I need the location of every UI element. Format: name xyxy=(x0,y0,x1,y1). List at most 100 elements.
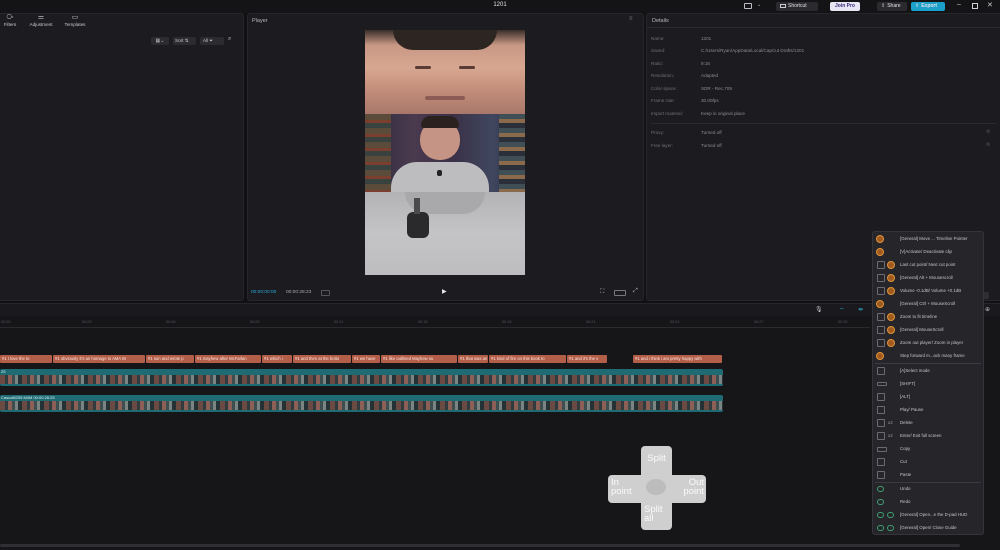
share-button[interactable]: ⇪ Share xyxy=(877,2,907,11)
caption-clip[interactable]: #1 that was an xyxy=(458,355,488,363)
detail-key: Color space: xyxy=(651,86,677,91)
caption-clip[interactable]: #1 like outlined Mayhew su xyxy=(381,355,457,363)
shortcut-item[interactable]: Play/ Pause xyxy=(873,404,985,416)
caption-clip[interactable]: #1 which i xyxy=(262,355,292,363)
shortcut-item[interactable]: Undo xyxy=(873,483,985,495)
ruler-tick: 00:21 xyxy=(586,320,596,324)
key-icon xyxy=(877,274,885,282)
shortcut-item[interactable]: [General] Ctrl + MouseScroll xyxy=(873,298,985,310)
close-icon[interactable]: ✕ xyxy=(987,1,993,9)
dpad-out-point-button[interactable]: Out point xyxy=(671,475,706,503)
ruler-tick: 00:06 xyxy=(166,320,176,324)
export-icon: ⇧ xyxy=(915,3,920,9)
dpad-split-all-button[interactable]: Split all xyxy=(641,502,672,530)
shortcut-item[interactable]: [General] Open...e the D-pad HUD xyxy=(873,509,985,521)
timeline-scrollbar[interactable] xyxy=(0,544,960,547)
filters-icon: ⧂ xyxy=(6,14,14,21)
key-icon xyxy=(877,393,885,401)
detail-key: Frame rate: xyxy=(651,98,675,103)
shortcut-button[interactable]: Shortcut xyxy=(776,2,818,11)
shortcut-item[interactable]: [General] Alt + Mousescroll xyxy=(873,272,985,284)
export-label: Export xyxy=(921,3,938,9)
export-button[interactable]: ⇧ Export xyxy=(911,2,945,11)
ratio-button[interactable] xyxy=(614,290,626,296)
dpad-in-point-button[interactable]: In point xyxy=(608,475,642,503)
shortcut-item[interactable]: [A]Select mode xyxy=(873,365,985,377)
gamepad-button-icon xyxy=(877,486,884,492)
snap-toggle-icon[interactable]: ⇹ xyxy=(858,306,863,313)
shortcut-item[interactable]: Cut xyxy=(873,456,985,468)
search-icon[interactable]: ⌕ xyxy=(228,36,231,43)
key-icon xyxy=(877,382,887,386)
chevron-down-icon[interactable]: ⌄ xyxy=(757,2,761,8)
fullscreen-icon[interactable]: ⤢ xyxy=(633,288,638,295)
link-toggle-icon[interactable]: ⇔ xyxy=(839,306,845,312)
shortcut-item[interactable]: Step forward m...ack many frame xyxy=(873,350,985,362)
caption-clip[interactable]: #1 and then at the botto xyxy=(293,355,351,363)
tab-templates[interactable]: ▭ Templates xyxy=(61,14,89,28)
join-pro-button[interactable]: Join Pro xyxy=(830,2,860,11)
shortcut-item[interactable]: Copy xyxy=(873,443,985,455)
shortcut-item[interactable]: [General] Move ... Timeline Pointer xyxy=(873,233,985,245)
player-menu-icon[interactable]: ≡ xyxy=(629,16,633,22)
tab-adjustment[interactable]: ⚌ Adjustment xyxy=(27,14,55,28)
shortcut-item[interactable]: x2 Delete xyxy=(873,417,985,429)
shortcut-item[interactable]: [ALT] xyxy=(873,391,985,403)
video-preview[interactable] xyxy=(365,30,525,275)
shortcut-item[interactable]: Zoom to fit timeline xyxy=(873,311,985,323)
key-icon xyxy=(877,313,885,321)
proxy-info-icon[interactable]: ⚙ xyxy=(986,129,990,135)
minimize-icon[interactable]: – xyxy=(957,1,961,8)
tab-adjustment-label: Adjustment xyxy=(29,22,53,27)
sort-label: Sort xyxy=(175,38,184,43)
ruler-tick: 00:30 xyxy=(838,320,848,324)
tab-filters[interactable]: ⧂ Filters xyxy=(0,14,20,28)
caption-clip[interactable]: #1 and i think i am pretty happy with xyxy=(633,355,722,363)
current-time: 00:00:00:00 xyxy=(251,290,277,295)
key-icon xyxy=(877,287,885,295)
ruler-tick: 00:15 xyxy=(418,320,428,324)
main-video-clip[interactable]: Casual5259.M4M 00:00:28:25 xyxy=(0,395,723,412)
shortcut-item[interactable]: x2 Enter/ Exit full screen xyxy=(873,430,985,442)
shortcut-item[interactable]: [General] Open/ Close Guide xyxy=(873,522,985,534)
gamepad-icon xyxy=(887,313,895,321)
caption-clip[interactable]: #1 son and wrote p xyxy=(146,355,194,363)
shortcut-item[interactable]: Volume -0.1dB/ Volume +0.1dB xyxy=(873,285,985,297)
maximize-icon[interactable] xyxy=(972,3,978,9)
layout-icon[interactable] xyxy=(744,3,752,9)
sort-button[interactable]: Sort ⇅ xyxy=(173,37,196,45)
filter-all-button[interactable]: All ⏷ xyxy=(200,37,224,45)
shortcut-item[interactable]: [V]Activate/ Deactivate clip xyxy=(873,246,985,258)
shortcut-item[interactable]: Redo xyxy=(873,496,985,508)
gamepad-icon xyxy=(876,300,884,308)
shortcut-item[interactable]: [SHIFT] xyxy=(873,378,985,390)
key-icon xyxy=(877,458,885,466)
free-layer-info-icon[interactable]: ⚙ xyxy=(986,142,990,148)
shortcut-item[interactable]: Last cut point/ Next cut point xyxy=(873,259,985,271)
details-title: Details xyxy=(652,18,669,24)
caption-clip[interactable]: #1 kind of fire on this book to xyxy=(489,355,566,363)
filter-all-label: All xyxy=(203,38,209,43)
zoom-in-icon[interactable]: ⊕ xyxy=(985,306,990,313)
shortcut-item[interactable]: Zoom out player/ Zoom in player xyxy=(873,337,985,349)
caption-clip[interactable]: #1 obviously it's an homage to AMA Br xyxy=(53,355,145,363)
caption-clip[interactable]: #1 and it's the v xyxy=(567,355,607,363)
key-icon xyxy=(877,406,885,414)
dpad-split-button[interactable]: Split xyxy=(641,446,672,476)
shortcut-item[interactable]: [General] MouseScroll xyxy=(873,324,985,336)
shortcut-item[interactable]: Paste xyxy=(873,469,985,481)
gamepad-icon xyxy=(876,235,884,243)
crop-icon[interactable]: ⛶ xyxy=(600,289,604,296)
detail-key: Saved: xyxy=(651,48,666,53)
detail-key: Import material: xyxy=(651,111,683,116)
view-mode-button[interactable]: ▦⌄ xyxy=(151,37,169,45)
caption-clip[interactable]: #1 mayhew after McFarlan xyxy=(195,355,261,363)
video-clip[interactable]: 25 xyxy=(0,369,723,386)
caption-clip[interactable]: #1 I love the to xyxy=(0,355,52,363)
gamepad-button-icon xyxy=(877,499,884,505)
play-icon[interactable]: ▶ xyxy=(442,288,447,295)
detail-value: Turned off xyxy=(701,143,722,148)
timecode-icon[interactable] xyxy=(321,290,330,296)
microphone-icon[interactable]: 🎙 xyxy=(815,306,823,313)
caption-clip[interactable]: #1 we have xyxy=(352,355,380,363)
